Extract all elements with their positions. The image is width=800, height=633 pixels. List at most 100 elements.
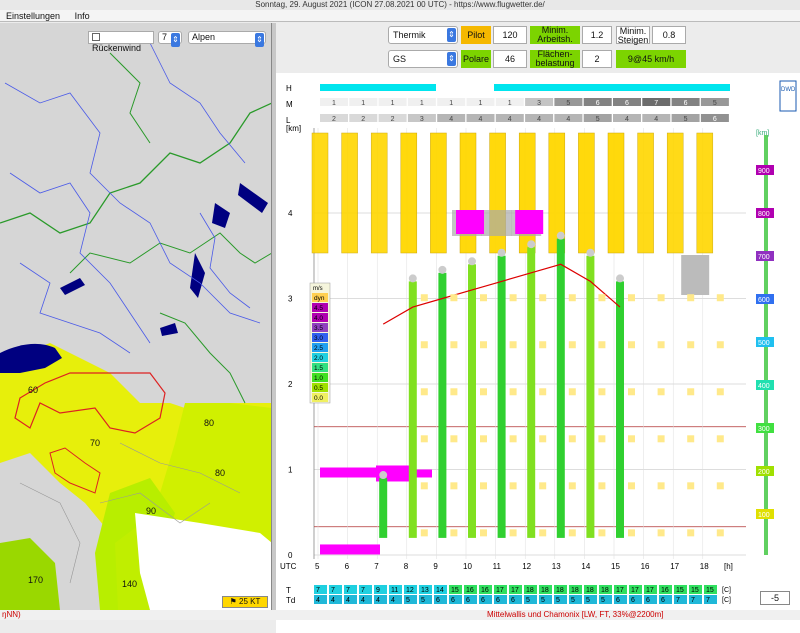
mid-cloud-value: 1 xyxy=(449,100,453,107)
low-cloud-value: 4 xyxy=(449,116,453,123)
T-value: 7 xyxy=(316,587,320,594)
low-thermal-cell xyxy=(420,482,428,490)
Td-value: 5 xyxy=(556,597,560,604)
upper-wind-column xyxy=(578,132,595,254)
contour-label: 80 xyxy=(215,468,226,478)
T-value: 18 xyxy=(556,587,564,594)
pilot-stepper[interactable]: 120 xyxy=(493,26,527,44)
Td-value: 6 xyxy=(451,597,455,604)
low-cloud-value: 3 xyxy=(420,116,424,123)
cumulus-icon xyxy=(586,248,595,257)
low-thermal-cell xyxy=(687,341,695,349)
Td-unit: [C] xyxy=(722,597,731,604)
x-tick-label: 6 xyxy=(345,562,350,571)
upper-wind-column xyxy=(666,132,684,254)
mode-select[interactable]: Thermik xyxy=(388,26,458,44)
low-thermal-cell xyxy=(628,388,635,396)
low-thermal-cell xyxy=(716,388,724,396)
low-thermal-cell xyxy=(598,341,606,349)
low-cloud-value: 5 xyxy=(684,116,688,123)
right-scale-label: 700 xyxy=(758,254,770,261)
dyn-legend-value: 1.0 xyxy=(314,375,323,382)
low-thermal-cell xyxy=(509,529,517,537)
wind-legend-label: 25 KT xyxy=(239,597,261,606)
cloud-row-label: L xyxy=(286,116,291,125)
low-thermal-cell xyxy=(509,294,517,302)
polare-stepper[interactable]: 46 xyxy=(493,50,527,68)
region-select[interactable]: Alpen xyxy=(188,31,266,47)
glider-select[interactable]: GS xyxy=(388,50,458,68)
min-arbeit-stepper[interactable]: 1.2 xyxy=(582,26,612,44)
T-value: 16 xyxy=(661,587,669,594)
T-value: 15 xyxy=(691,587,699,594)
level-select[interactable]: 7 xyxy=(158,31,182,47)
right-scale-label: 100 xyxy=(758,512,770,519)
left-status: ŋNN) xyxy=(2,610,21,619)
cumulus-icon xyxy=(379,471,388,480)
x-tick-label: 12 xyxy=(522,562,531,571)
menu-einstellungen[interactable]: Einstellungen xyxy=(6,11,60,21)
mid-cloud-value: 1 xyxy=(479,100,483,107)
low-cloud-value: 4 xyxy=(625,116,629,123)
dyn-legend-value: 4.0 xyxy=(314,315,323,322)
mid-cloud-value: 5 xyxy=(566,100,570,107)
cumulus-icon xyxy=(527,240,536,249)
Td-value: 4 xyxy=(316,597,320,604)
x-tick-label: 16 xyxy=(641,562,650,571)
T-value: 16 xyxy=(466,587,474,594)
low-thermal-cell xyxy=(420,388,428,396)
right-scale-unit: [km] xyxy=(756,130,769,137)
thermal-bar xyxy=(556,238,565,538)
cloud-shade xyxy=(681,255,710,295)
low-thermal-cell xyxy=(598,435,606,443)
x-unit-label: [h] xyxy=(724,562,733,571)
menu-info[interactable]: Info xyxy=(75,11,90,21)
flaechen-stepper[interactable]: 2 xyxy=(582,50,612,68)
cloud-shade xyxy=(481,210,512,236)
rueckenwind-checkbox[interactable]: Rückenwind xyxy=(88,31,154,53)
polare-label: Polare xyxy=(461,50,491,68)
Td-value: 6 xyxy=(481,597,485,604)
status-bar: ŋNN) Mittelwallis und Chamonix [LW, FT, … xyxy=(0,610,800,620)
thermal-bar xyxy=(408,281,417,538)
min-arbeit-label: Minim. Arbeitsh. xyxy=(530,26,580,44)
map-view[interactable]: Rückenwind 7 Alpen 60 70 80 80 90 170 14… xyxy=(0,23,272,610)
T-value: 17 xyxy=(511,587,519,594)
dwd-logo xyxy=(779,80,797,112)
low-thermal-cell xyxy=(450,388,458,396)
low-thermal-cell xyxy=(628,294,635,302)
dyn-block xyxy=(320,544,380,555)
contour-label: 70 xyxy=(90,438,101,448)
min-steigen-label: Minim. Steigen xyxy=(616,26,650,45)
T-value: 18 xyxy=(541,587,549,594)
low-thermal-cell xyxy=(450,294,458,302)
low-thermal-cell xyxy=(450,482,458,490)
thermal-bar xyxy=(586,255,595,538)
low-thermal-cell xyxy=(568,435,576,443)
offset-stepper[interactable]: -5 xyxy=(760,591,790,605)
Td-value: 5 xyxy=(406,597,410,604)
Td-value: 6 xyxy=(616,597,620,604)
low-thermal-cell xyxy=(568,482,576,490)
window-title: Sonntag, 29. August 2021 (ICON 27.08.202… xyxy=(0,0,800,10)
low-thermal-cell xyxy=(450,341,458,349)
low-thermal-cell xyxy=(568,294,576,302)
mid-cloud-value: 1 xyxy=(508,100,512,107)
min-steigen-stepper[interactable]: 0.8 xyxy=(652,26,686,44)
low-thermal-cell xyxy=(480,435,487,443)
thermal-forecast-chart: [km]HML1 1 1 1 1 1 1 3 5 6 6 7 6 52 2 2 3 4 4 4 4 4 5 4 4 5 601234… xyxy=(276,73,800,633)
cumulus-icon xyxy=(556,231,565,240)
low-thermal-cell xyxy=(450,435,458,443)
forecast-panel: Thermik Pilot 120 Minim. Arbeitsh. 1.2 M… xyxy=(276,23,800,633)
y-tick-label: 2 xyxy=(288,380,293,389)
mid-cloud-value: 1 xyxy=(391,100,395,107)
low-thermal-cell xyxy=(480,294,487,302)
Td-value: 6 xyxy=(646,597,650,604)
x-tick-label: 18 xyxy=(700,562,709,571)
dyn-legend-value: 2.0 xyxy=(314,355,323,362)
low-cloud-value: 2 xyxy=(391,116,395,123)
thermal-bar xyxy=(497,255,506,538)
location-label: Mittelwallis und Chamonix [LW, FT, 33%@2… xyxy=(487,610,664,619)
x-axis-label: UTC xyxy=(280,562,297,571)
low-thermal-cell xyxy=(598,482,606,490)
